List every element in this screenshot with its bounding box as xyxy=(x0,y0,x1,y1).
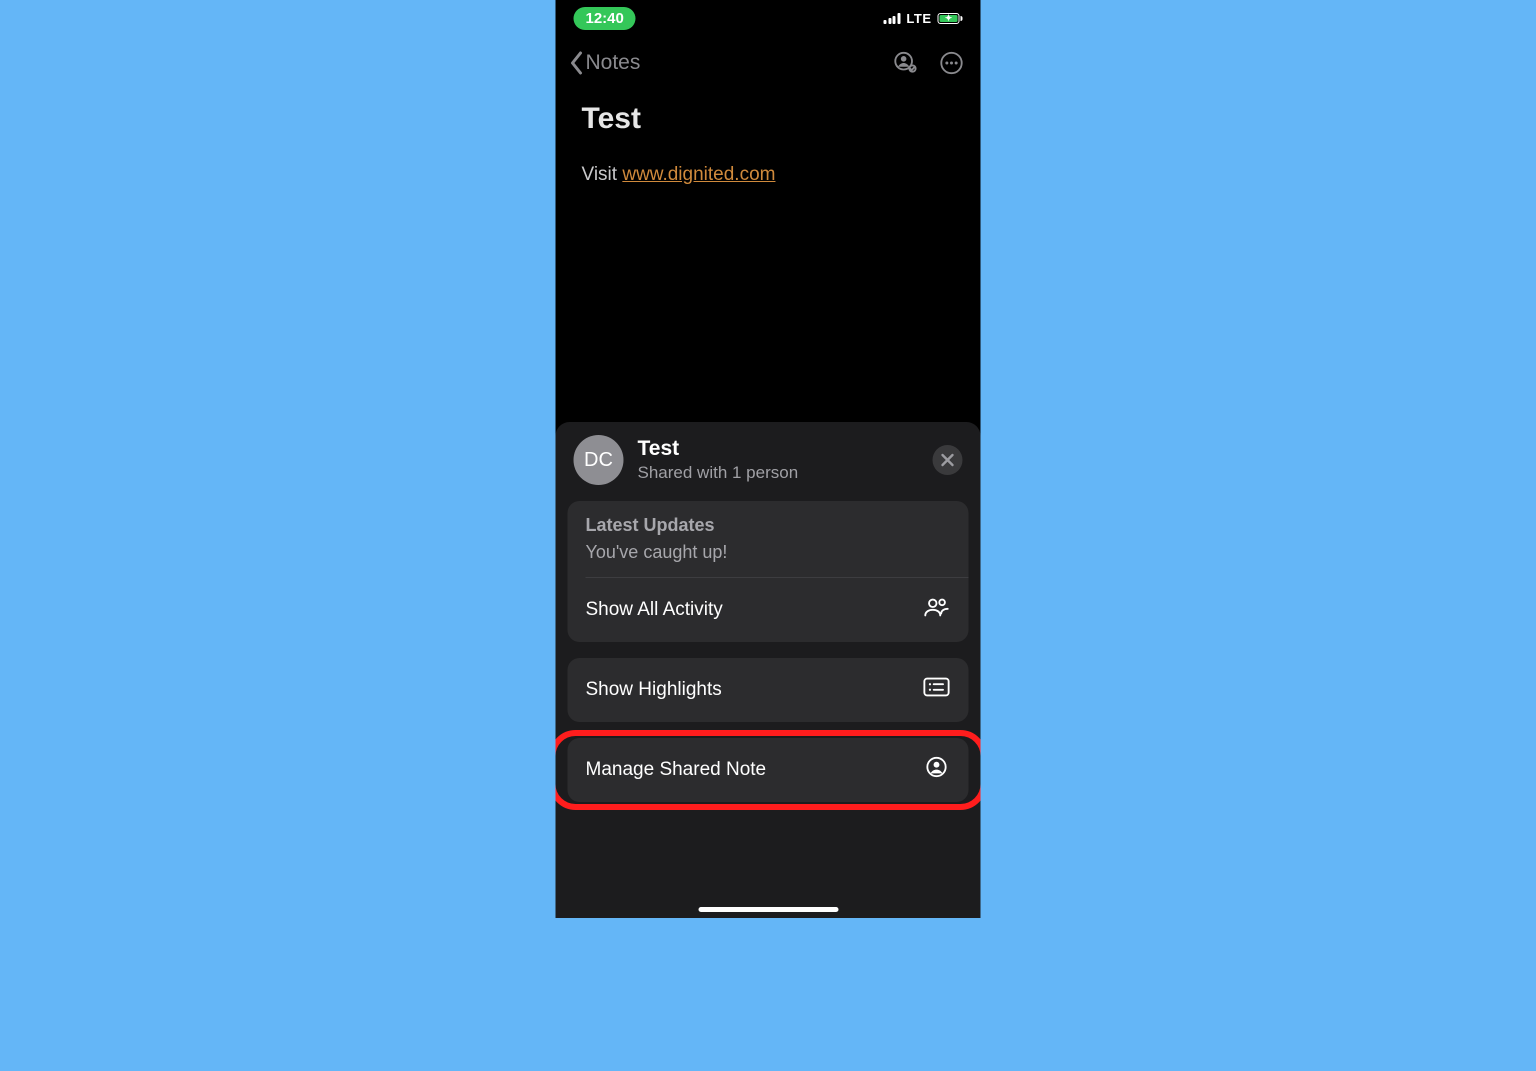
updates-heading: Latest Updates xyxy=(586,515,951,536)
show-highlights-row[interactable]: Show Highlights xyxy=(568,658,969,722)
avatar: DC xyxy=(574,435,624,485)
show-all-activity-label: Show All Activity xyxy=(586,599,723,621)
updates-section: Latest Updates You've caught up! xyxy=(568,501,969,577)
close-button[interactable] xyxy=(933,445,963,475)
home-indicator[interactable] xyxy=(698,907,838,912)
close-icon xyxy=(941,453,955,467)
people-icon xyxy=(923,596,951,624)
show-highlights-label: Show Highlights xyxy=(586,679,722,701)
sheet-subtitle: Shared with 1 person xyxy=(638,463,919,483)
list-rectangle-icon xyxy=(923,676,951,704)
updates-card: Latest Updates You've caught up! Show Al… xyxy=(568,501,969,642)
sheet-title-wrap: Test Shared with 1 person xyxy=(638,437,919,483)
show-all-activity-row[interactable]: Show All Activity xyxy=(568,578,969,642)
avatar-initials: DC xyxy=(584,449,613,472)
manage-shared-note-label: Manage Shared Note xyxy=(586,759,767,781)
person-circle-icon xyxy=(923,756,951,784)
manage-shared-note-highlight: Manage Shared Note xyxy=(568,738,969,802)
highlights-card: Show Highlights xyxy=(568,658,969,722)
manage-shared-note-card: Manage Shared Note xyxy=(568,738,969,802)
phone-frame: 12:40 LTE ✦ Notes xyxy=(556,0,981,918)
updates-status: You've caught up! xyxy=(586,542,951,563)
share-sheet: DC Test Shared with 1 person Latest Upda… xyxy=(556,422,981,918)
sheet-title: Test xyxy=(638,437,919,461)
manage-shared-note-row[interactable]: Manage Shared Note xyxy=(568,738,969,802)
sheet-header: DC Test Shared with 1 person xyxy=(568,435,969,497)
